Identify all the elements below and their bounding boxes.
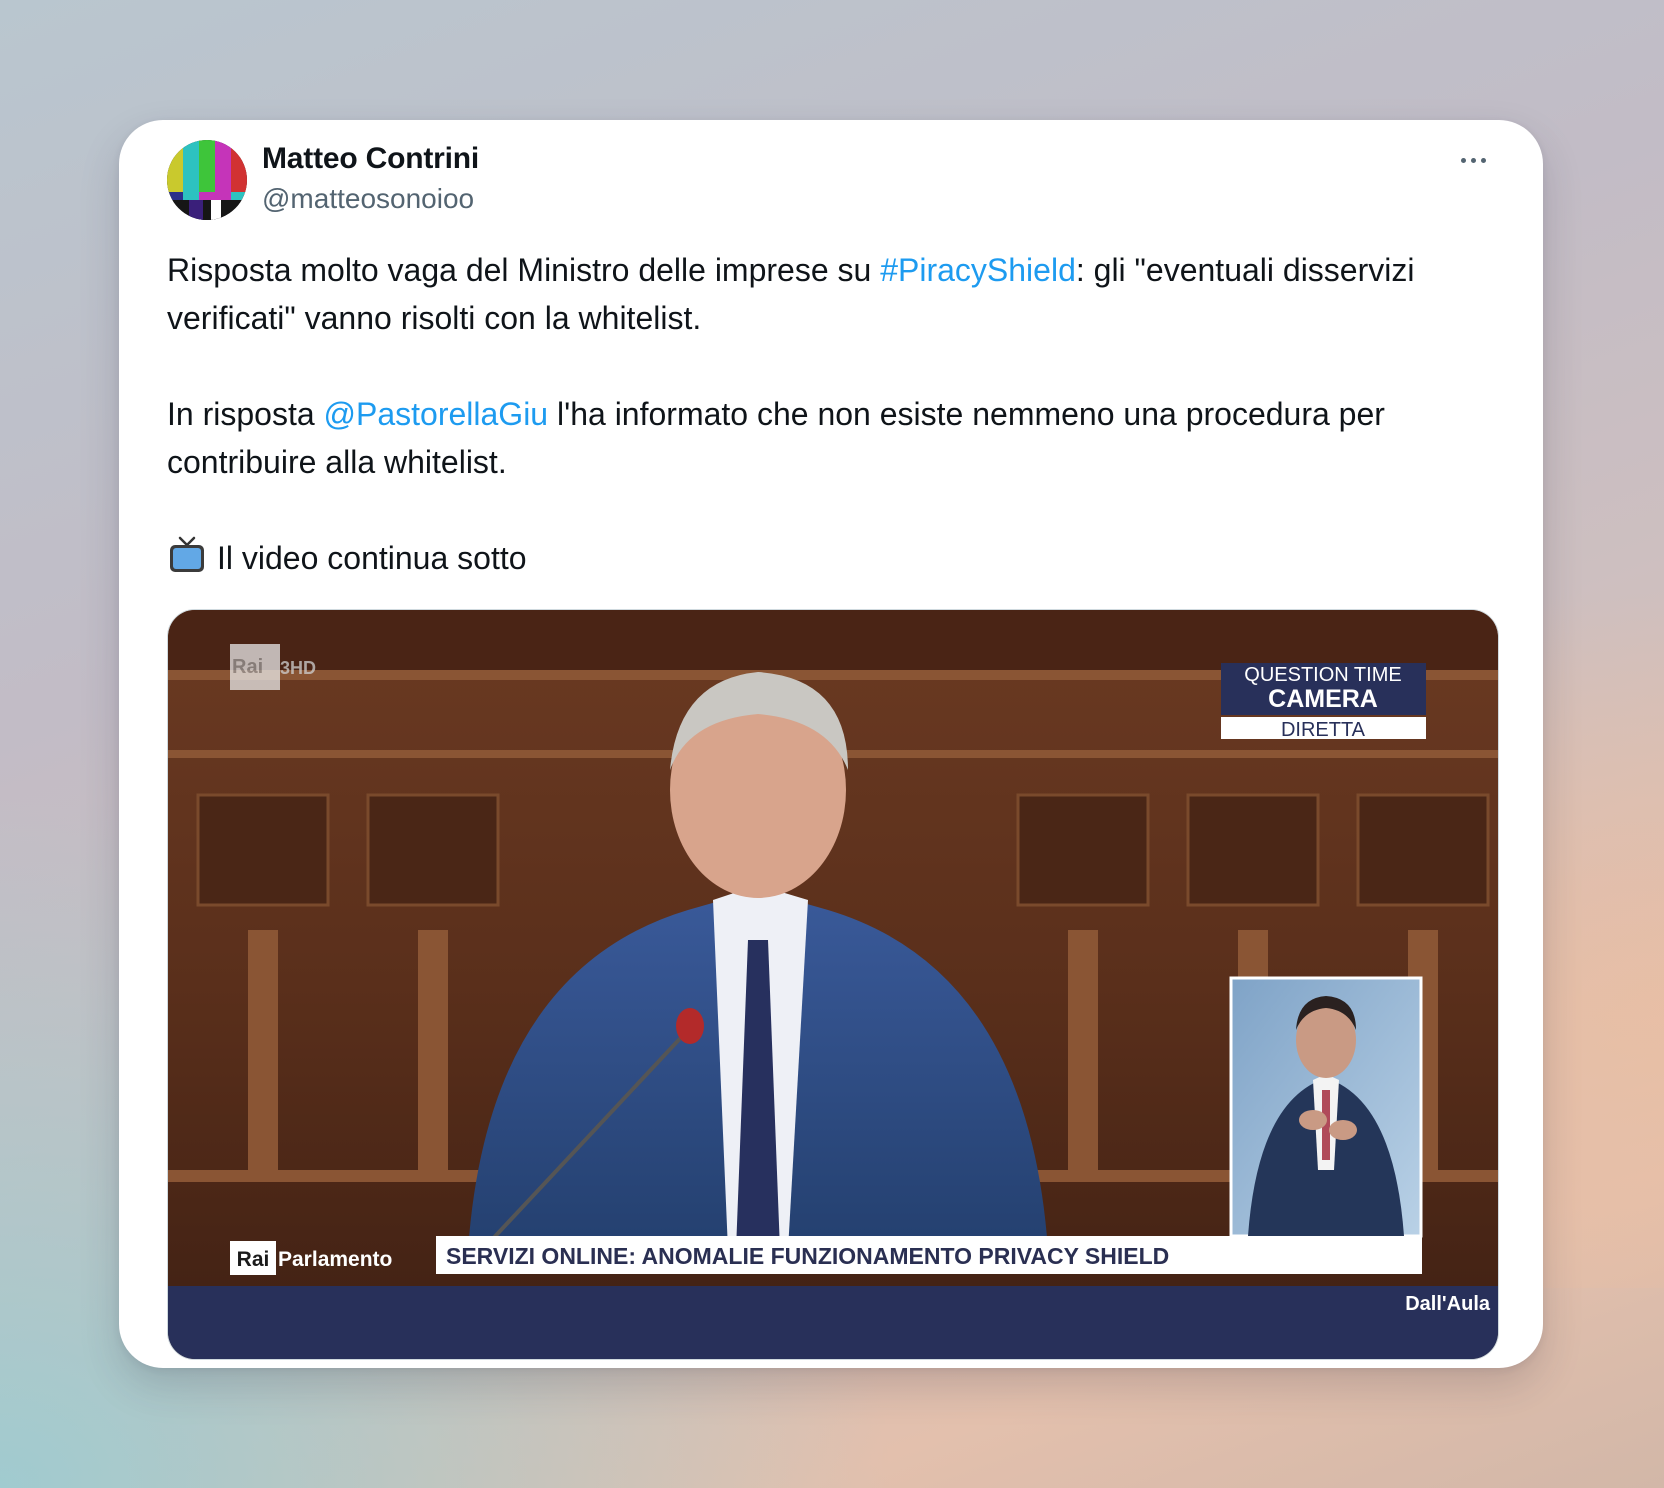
tag-main-text: CAMERA: [1268, 685, 1378, 713]
author-name[interactable]: Matteo Contrini: [262, 142, 479, 176]
avatar[interactable]: [167, 140, 247, 220]
tag-top-text: QUESTION TIME: [1244, 664, 1401, 686]
rai-logo-text: Rai: [237, 1248, 270, 1271]
mention-link[interactable]: @PastorellaGiu: [324, 396, 549, 432]
ticker-text: SERVIZI ONLINE: ANOMALIE FUNZIONAMENTO P…: [446, 1243, 1169, 1269]
video-footer-band: [168, 1286, 1498, 1359]
television-icon: [167, 535, 207, 588]
tweet-paragraph: In risposta @PastorellaGiu l'ha informat…: [167, 390, 1497, 486]
tweet-card: Matteo Contrini @matteosonoioo Risposta …: [119, 120, 1543, 1368]
parlamento-logo-text: Parlamento: [278, 1248, 392, 1271]
svg-text:3HD: 3HD: [280, 658, 316, 678]
tag-live-text: DIRETTA: [1281, 719, 1366, 741]
text-segment: In risposta: [167, 396, 324, 432]
author-handle[interactable]: @matteosonoioo: [262, 183, 474, 215]
tweet-paragraph: Risposta molto vaga del Ministro delle i…: [167, 246, 1497, 342]
svg-text:Rai: Rai: [232, 656, 263, 678]
text-segment: Risposta molto vaga del Ministro delle i…: [167, 252, 881, 288]
tweet-paragraph: Il video continua sotto: [167, 534, 1497, 588]
hashtag-link[interactable]: #PiracyShield: [880, 252, 1076, 288]
text-segment: Il video continua sotto: [217, 540, 527, 576]
more-options-icon[interactable]: [1450, 142, 1496, 178]
sign-language-inset: [1229, 976, 1423, 1238]
video-player[interactable]: Rai 3HD QUESTION TIME CAMERA DIRETTA Rai…: [167, 609, 1499, 1360]
dall-aula-tag: Dall'Aula: [1405, 1293, 1491, 1315]
tweet-text: Risposta molto vaga del Ministro delle i…: [167, 246, 1497, 588]
